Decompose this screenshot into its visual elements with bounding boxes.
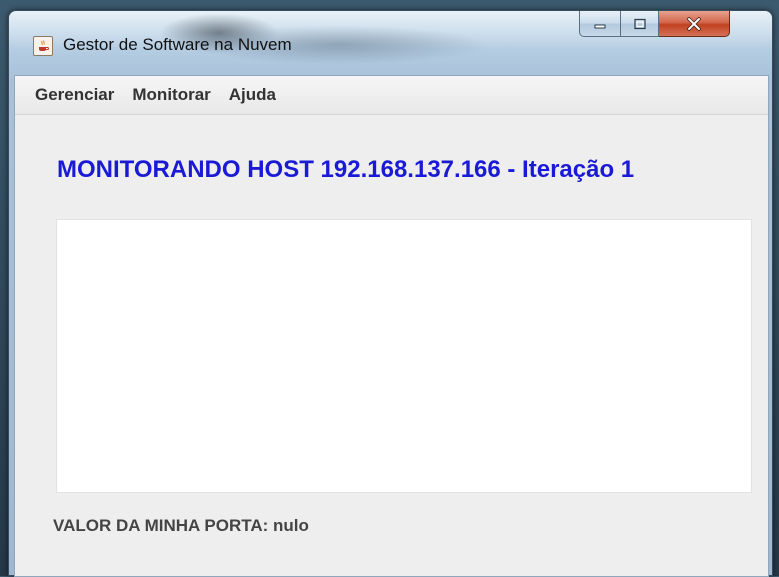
- menu-bar: Gerenciar Monitorar Ajuda: [15, 76, 768, 115]
- app-window: Gestor de Software na Nuvem Gerenciar Mo…: [8, 10, 773, 577]
- menu-ajuda[interactable]: Ajuda: [229, 85, 276, 105]
- window-content: Gerenciar Monitorar Ajuda MONITORANDO HO…: [14, 75, 769, 577]
- close-icon: [687, 16, 701, 31]
- java-cup-icon[interactable]: [33, 36, 53, 56]
- minimize-icon: [594, 24, 606, 28]
- close-button[interactable]: [659, 11, 730, 37]
- minimize-button[interactable]: [579, 11, 621, 37]
- window-title: Gestor de Software na Nuvem: [63, 35, 292, 54]
- maximize-icon: [633, 18, 646, 29]
- window-controls: [579, 11, 730, 39]
- maximize-button[interactable]: [621, 11, 659, 37]
- title-bar[interactable]: Gestor de Software na Nuvem: [9, 11, 772, 75]
- port-value-label: VALOR DA MINHA PORTA: nulo: [53, 516, 309, 535]
- menu-gerenciar[interactable]: Gerenciar: [35, 85, 114, 105]
- monitoring-heading: MONITORANDO HOST 192.168.137.166 - Itera…: [57, 156, 635, 183]
- menu-monitorar[interactable]: Monitorar: [132, 85, 210, 105]
- monitor-output-area[interactable]: [56, 219, 752, 493]
